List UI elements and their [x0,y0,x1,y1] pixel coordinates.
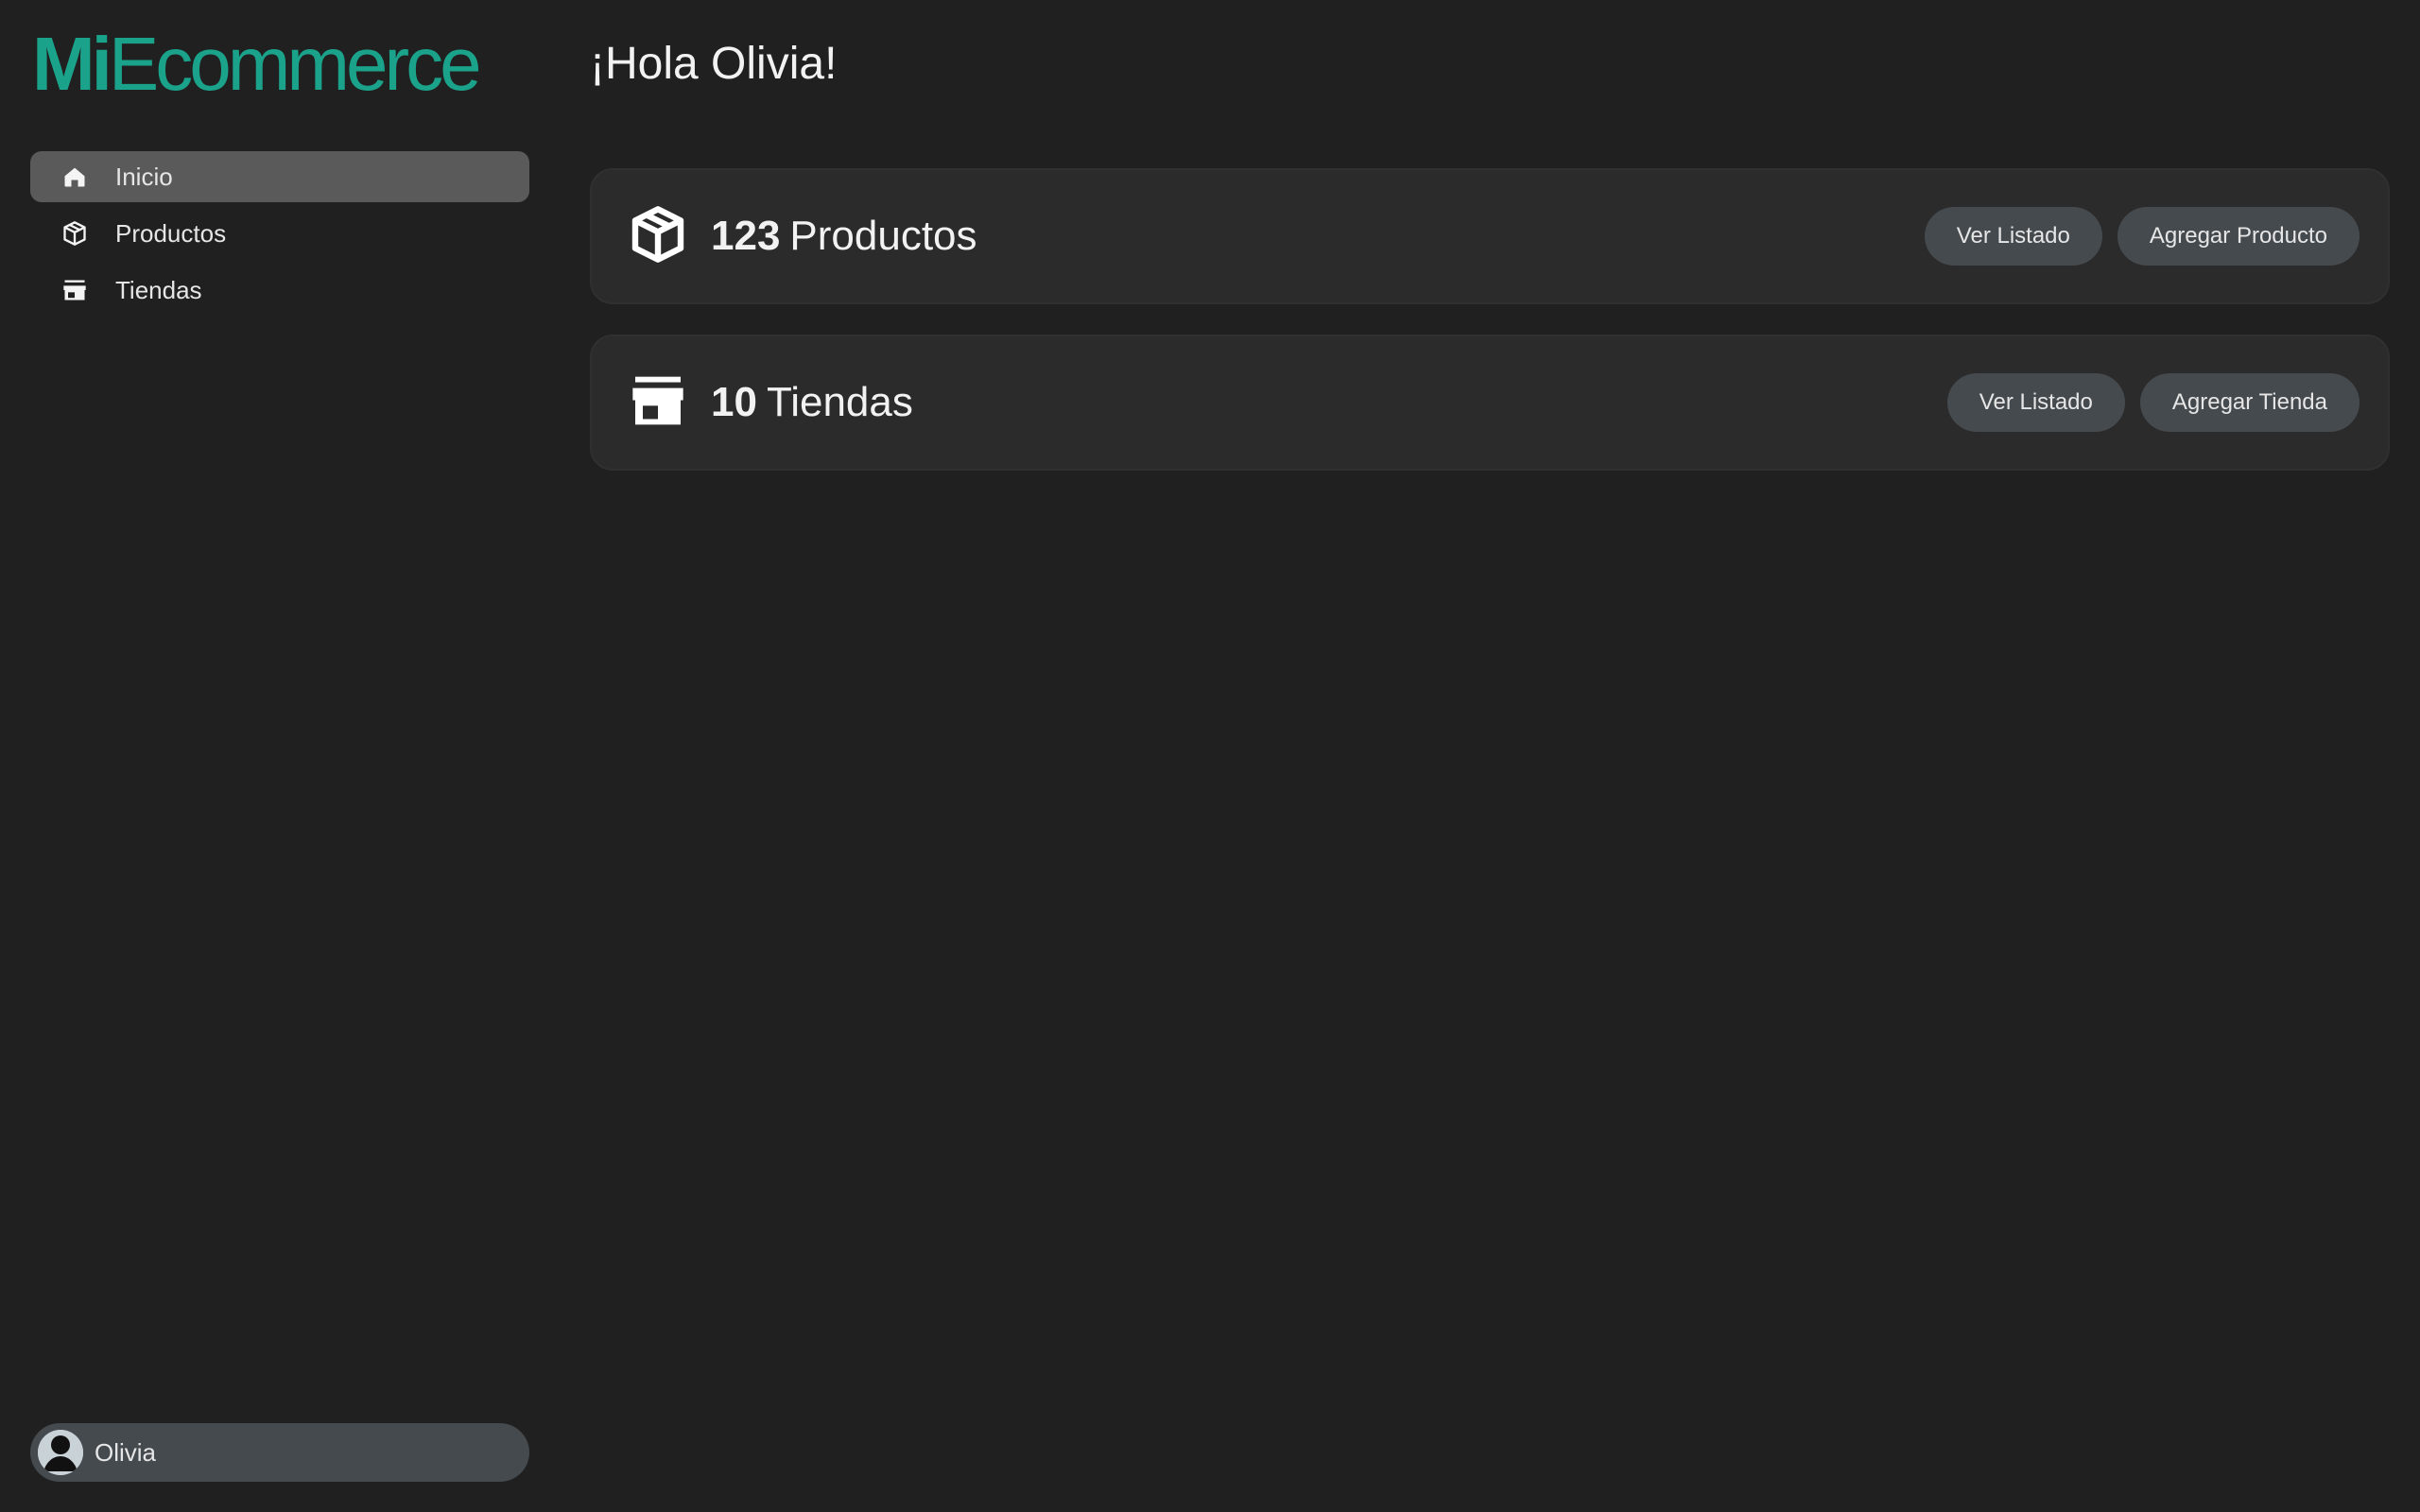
sidebar-item-label: Tiendas [115,275,202,304]
sidebar-item-tiendas[interactable]: Tiendas [30,265,529,316]
sidebar-item-productos[interactable]: Productos [30,208,529,259]
add-product-button[interactable]: Agregar Producto [2117,207,2360,266]
products-label: Productos [789,213,977,259]
view-stores-button[interactable]: Ver Listado [1946,373,2125,432]
home-icon [60,163,89,191]
brand-part-mi: Mi [32,22,112,106]
sidebar-item-label: Productos [115,218,227,248]
store-icon [628,370,688,436]
package-icon [628,204,688,269]
stores-summary-left: 10 Tiendas [628,370,913,436]
stores-actions: Ver Listado Agregar Tienda [1946,373,2360,432]
app-root: Mi Ecommerce Inicio Productos Tiendas Ol… [0,0,2420,1512]
user-menu[interactable]: Olivia [30,1423,529,1482]
page-title: ¡Hola Olivia! [590,39,838,89]
sidebar-item-label: Inicio [115,162,173,191]
sidebar: Mi Ecommerce Inicio Productos Tiendas Ol… [0,0,560,1512]
add-store-button[interactable]: Agregar Tienda [2139,373,2360,432]
store-icon [60,276,89,304]
stores-count-title: 10 Tiendas [711,379,913,426]
stores-label: Tiendas [766,379,913,425]
products-summary-left: 123 Productos [628,204,977,269]
user-name: Olivia [95,1437,157,1467]
sidebar-nav: Inicio Productos Tiendas [30,151,529,321]
brand-logo[interactable]: Mi Ecommerce [32,22,482,106]
stores-summary-card: 10 Tiendas Ver Listado Agregar Tienda [590,335,2390,471]
stores-count: 10 [711,379,757,425]
main-content: ¡Hola Olivia! 123 Productos Ver Listado … [560,0,2420,1512]
view-products-button[interactable]: Ver Listado [1924,207,2102,266]
products-count-title: 123 Productos [711,213,977,260]
brand-part-ecommerce: Ecommerce [108,22,482,106]
sidebar-item-inicio[interactable]: Inicio [30,151,529,202]
products-actions: Ver Listado Agregar Producto [1924,207,2360,266]
avatar-icon [38,1430,83,1475]
package-icon [60,219,89,248]
products-summary-card: 123 Productos Ver Listado Agregar Produc… [590,168,2390,304]
products-count: 123 [711,213,781,259]
